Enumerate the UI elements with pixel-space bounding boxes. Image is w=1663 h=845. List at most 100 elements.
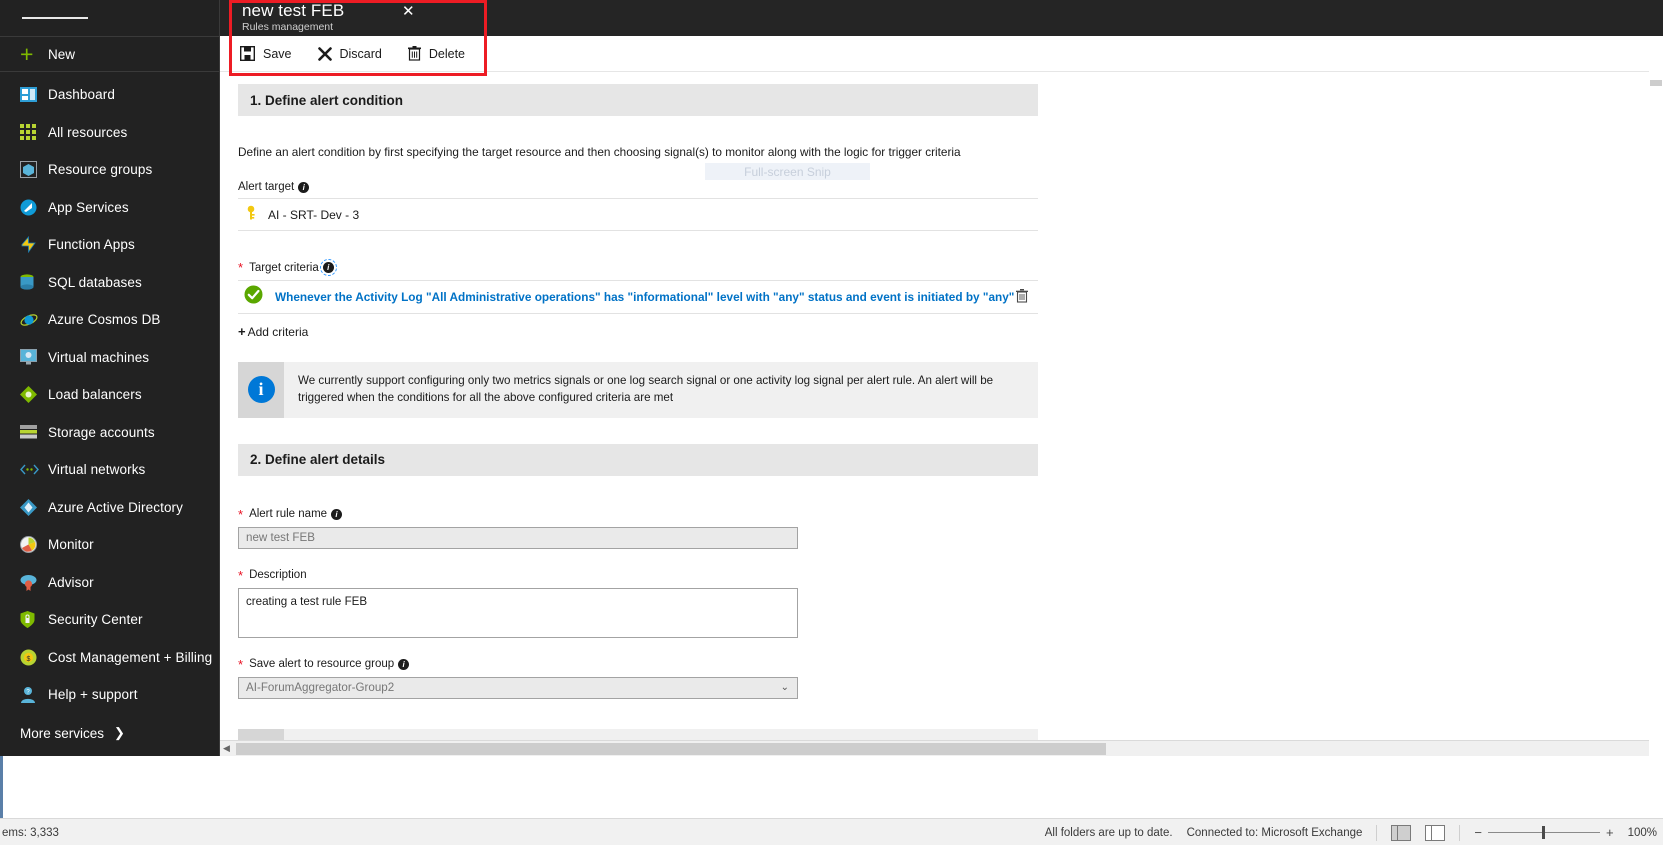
- info-icon[interactable]: i: [298, 181, 310, 193]
- sidebar-item-function-apps[interactable]: Function Apps: [0, 226, 219, 264]
- zoom-track[interactable]: [1487, 826, 1600, 839]
- delete-criteria-icon[interactable]: [1016, 289, 1028, 308]
- key-icon: [244, 205, 258, 224]
- save-button[interactable]: Save: [240, 46, 292, 61]
- sidebar-item-label: Azure Active Directory: [48, 499, 183, 515]
- virtual-machines-icon: [20, 347, 48, 367]
- help-support-icon: ?: [20, 685, 48, 705]
- plus-icon: +: [238, 324, 246, 339]
- criteria-list-item[interactable]: Whenever the Activity Log "All Administr…: [238, 280, 1038, 314]
- required-marker: *: [238, 260, 244, 275]
- sidebar-item-advisor[interactable]: Advisor: [0, 564, 219, 602]
- info-icon[interactable]: i: [319, 259, 337, 276]
- sidebar-item-all-resources[interactable]: All resources: [0, 114, 219, 152]
- portal-vertical-scrollbar[interactable]: [1649, 36, 1663, 756]
- app-services-icon: [20, 197, 48, 217]
- monitor-icon: [20, 535, 48, 555]
- sidebar-item-label: Dashboard: [48, 87, 115, 103]
- normal-view-button[interactable]: [1391, 824, 1412, 841]
- required-marker: *: [238, 656, 244, 672]
- delete-button[interactable]: Delete: [407, 46, 465, 61]
- save-label: Save: [263, 46, 292, 61]
- zoom-slider[interactable]: − +: [1474, 825, 1613, 840]
- horizontal-scroll-thumb[interactable]: [236, 743, 1106, 755]
- sidebar-item-label-new: New: [48, 46, 76, 62]
- sidebar-item-monitor[interactable]: Monitor: [0, 526, 219, 564]
- resource-group-select[interactable]: AI-ForumAggregator-Group2 ⌄: [238, 676, 798, 699]
- sidebar: + New Dashboard All resources Resource g…: [0, 0, 220, 756]
- save-icon: [240, 46, 255, 61]
- sidebar-item-resource-groups[interactable]: Resource groups: [0, 151, 219, 189]
- blade-horizontal-scrollbar[interactable]: ◀: [220, 740, 1663, 756]
- discard-button[interactable]: Discard: [317, 46, 382, 61]
- sidebar-item-new[interactable]: + New: [0, 36, 219, 72]
- sidebar-item-azure-cosmos-db[interactable]: Azure Cosmos DB: [0, 301, 219, 339]
- sidebar-item-more-services[interactable]: More services ❯: [0, 710, 220, 756]
- zoom-knob[interactable]: [1541, 826, 1545, 839]
- sidebar-item-help-support[interactable]: ? Help + support: [0, 676, 219, 714]
- azure-ad-icon: [20, 497, 48, 517]
- alert-rule-name-label: * Alert rule name i: [238, 508, 1038, 521]
- info-icon[interactable]: i: [398, 658, 410, 670]
- left-edge-strip: [0, 756, 16, 818]
- fullscreen-snip-watermark: Full-screen Snip: [705, 163, 870, 180]
- success-check-icon: [244, 285, 263, 309]
- sidebar-item-security-center[interactable]: Security Center: [0, 601, 219, 639]
- sidebar-item-dashboard[interactable]: Dashboard: [0, 76, 219, 114]
- sql-databases-icon: [20, 272, 48, 292]
- sidebar-item-storage-accounts[interactable]: Storage accounts: [0, 414, 219, 452]
- sidebar-item-label: Virtual machines: [48, 349, 150, 365]
- scroll-left-arrow-icon[interactable]: ◀: [223, 743, 230, 754]
- menu-icon[interactable]: [0, 0, 219, 36]
- sidebar-item-label: Function Apps: [48, 237, 135, 253]
- required-marker: *: [238, 567, 244, 583]
- svg-text:$: $: [27, 656, 31, 663]
- criteria-description-link[interactable]: Whenever the Activity Log "All Administr…: [275, 290, 1014, 304]
- sidebar-item-label: Resource groups: [48, 162, 153, 178]
- blade-content-scroll-area: 1. Define alert condition Define an aler…: [220, 72, 1663, 740]
- sidebar-item-label: Security Center: [48, 612, 143, 628]
- trash-icon: [407, 46, 421, 61]
- status-connection-text: Connected to: Microsoft Exchange: [1186, 826, 1363, 839]
- blade-header: new test FEB Rules management ✕: [220, 0, 1663, 36]
- sidebar-item-label: SQL databases: [48, 274, 142, 290]
- sidebar-item-cost-management-billing[interactable]: $ Cost Management + Billing: [0, 639, 219, 677]
- alert-rule-name-input[interactable]: new test FEB: [238, 526, 798, 549]
- blade-close-icon[interactable]: ✕: [402, 2, 415, 20]
- sidebar-item-label: Storage accounts: [48, 424, 155, 440]
- sidebar-item-virtual-machines[interactable]: Virtual machines: [0, 339, 219, 377]
- alert-rule-name-label-text: Alert rule name: [249, 508, 328, 521]
- resource-group-value: AI-ForumAggregator-Group2: [246, 681, 395, 695]
- zoom-in-button[interactable]: +: [1606, 825, 1614, 840]
- description-textarea[interactable]: creating a test rule FEB: [238, 587, 798, 638]
- alert-target-value-row[interactable]: AI - SRT- Dev - 3: [238, 198, 1038, 231]
- sidebar-item-label: All resources: [48, 124, 128, 140]
- criteria-info-banner: i We currently support configuring only …: [238, 362, 1038, 418]
- blade-command-bar: Save Discard Delete: [220, 36, 1663, 72]
- activation-info-text: It can take up to 5 minutes for an Activ…: [284, 729, 1038, 740]
- section-header-define-alert-condition: 1. Define alert condition: [238, 84, 1038, 116]
- sidebar-item-label: App Services: [48, 199, 129, 215]
- sidebar-item-sql-databases[interactable]: SQL databases: [0, 264, 219, 302]
- reading-view-button[interactable]: [1425, 824, 1446, 841]
- add-criteria-button[interactable]: + Add criteria: [238, 324, 308, 339]
- sidebar-item-load-balancers[interactable]: Load balancers: [0, 376, 219, 414]
- sidebar-item-azure-active-directory[interactable]: Azure Active Directory: [0, 489, 219, 527]
- alert-target-label: Alert target i: [238, 181, 1038, 193]
- info-icon-wrapper: i: [238, 362, 284, 418]
- storage-accounts-icon: [20, 422, 48, 442]
- zoom-out-button[interactable]: −: [1474, 825, 1482, 840]
- sidebar-item-app-services[interactable]: App Services: [0, 189, 219, 227]
- sidebar-item-virtual-networks[interactable]: Virtual networks: [0, 451, 219, 489]
- info-icon[interactable]: i: [331, 508, 343, 520]
- function-apps-icon: [20, 235, 48, 255]
- description-label-text: Description: [249, 569, 307, 582]
- dashboard-icon: [20, 85, 48, 105]
- status-items-count: ems: 3,333: [2, 826, 59, 839]
- discard-icon: [317, 46, 332, 61]
- vertical-scroll-thumb[interactable]: [1650, 80, 1662, 86]
- add-criteria-label: Add criteria: [247, 324, 309, 339]
- status-divider: [1376, 824, 1378, 841]
- screen-root: 📌 ✕ + New Dashboard: [0, 0, 1663, 845]
- all-resources-icon: [20, 122, 48, 142]
